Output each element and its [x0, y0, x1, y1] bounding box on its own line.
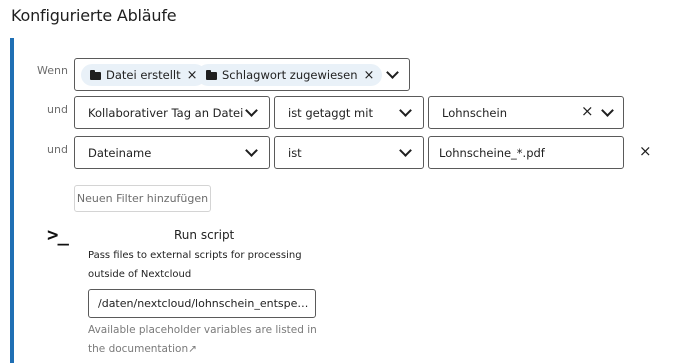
add-filter-button[interactable]: Neuen Filter hinzufügen — [74, 185, 211, 212]
page-title: Konfigurierte Abläufe — [11, 6, 177, 25]
check-value-select[interactable]: Lohnschein × — [428, 96, 624, 129]
event-select[interactable]: Datei erstellt × Schlagwort zugewiesen × — [74, 58, 410, 91]
folder-icon — [90, 70, 101, 80]
close-icon[interactable]: × — [187, 69, 198, 82]
close-icon[interactable]: × — [364, 69, 375, 82]
wenn-label: Wenn — [37, 64, 68, 77]
chevron-down-icon — [399, 144, 412, 157]
check-field-value: Dateiname — [88, 145, 152, 160]
flow-accent-bar — [10, 38, 14, 363]
check-operator-select[interactable]: ist getaggt mit — [274, 96, 424, 129]
event-chip-label: Schlagwort zugewiesen — [222, 68, 358, 82]
event-chip-label: Datei erstellt — [106, 68, 181, 82]
chevron-down-icon[interactable] — [601, 104, 614, 117]
check-tag-value: Lohnschein — [442, 105, 507, 120]
check-field-select[interactable]: Dateiname — [74, 136, 270, 169]
remove-check-icon[interactable]: × — [639, 144, 652, 159]
event-chip-schlagwort: Schlagwort zugewiesen × — [197, 64, 383, 86]
chevron-down-icon[interactable] — [386, 66, 399, 79]
operation-description: Pass files to external scripts for proce… — [88, 250, 302, 280]
operation-title: Run script — [174, 228, 235, 242]
check-field-value: Kollaborativer Tag an Datei — [88, 105, 244, 120]
und-label-2: und — [47, 143, 68, 156]
terminal-icon: >_ — [47, 224, 69, 246]
chevron-down-icon — [245, 104, 258, 117]
check-operator-select[interactable]: ist — [274, 136, 424, 169]
check-filename-value: Lohnscheine_*.pdf — [439, 145, 545, 160]
check-value-input[interactable]: Lohnscheine_*.pdf — [428, 136, 624, 169]
chevron-down-icon — [399, 104, 412, 117]
chevron-down-icon — [245, 144, 258, 157]
und-label-1: und — [47, 103, 68, 116]
check-field-select[interactable]: Kollaborativer Tag an Datei — [74, 96, 270, 129]
documentation-hint[interactable]: Available placeholder variables are list… — [88, 321, 328, 359]
check-operator-value: ist — [288, 145, 302, 160]
event-chip-datei-erstellt: Datei erstellt × — [81, 64, 206, 86]
folder-icon — [206, 70, 217, 80]
clear-icon[interactable]: × — [581, 104, 594, 119]
script-path-field[interactable] — [88, 289, 316, 318]
script-path-input[interactable] — [98, 290, 312, 317]
check-operator-value: ist getaggt mit — [288, 105, 373, 120]
